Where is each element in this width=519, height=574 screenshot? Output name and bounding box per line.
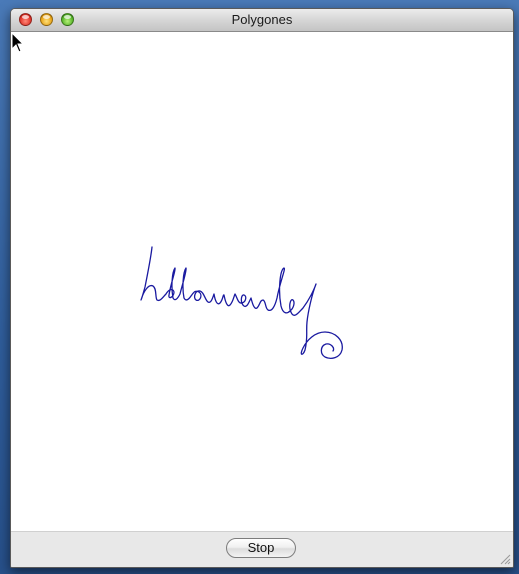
resize-grip-icon[interactable] [499,553,511,565]
title-bar[interactable]: Polygones [11,9,513,32]
drawing-canvas[interactable] [11,32,513,532]
app-window: Polygones Stop [10,8,514,568]
stop-button[interactable]: Stop [226,538,296,558]
handwriting-stroke [140,246,343,359]
window-title: Polygones [231,12,293,27]
bottom-toolbar: Stop [11,531,513,567]
drawing-surface [140,246,343,359]
mouse-pointer-icon [11,32,25,53]
